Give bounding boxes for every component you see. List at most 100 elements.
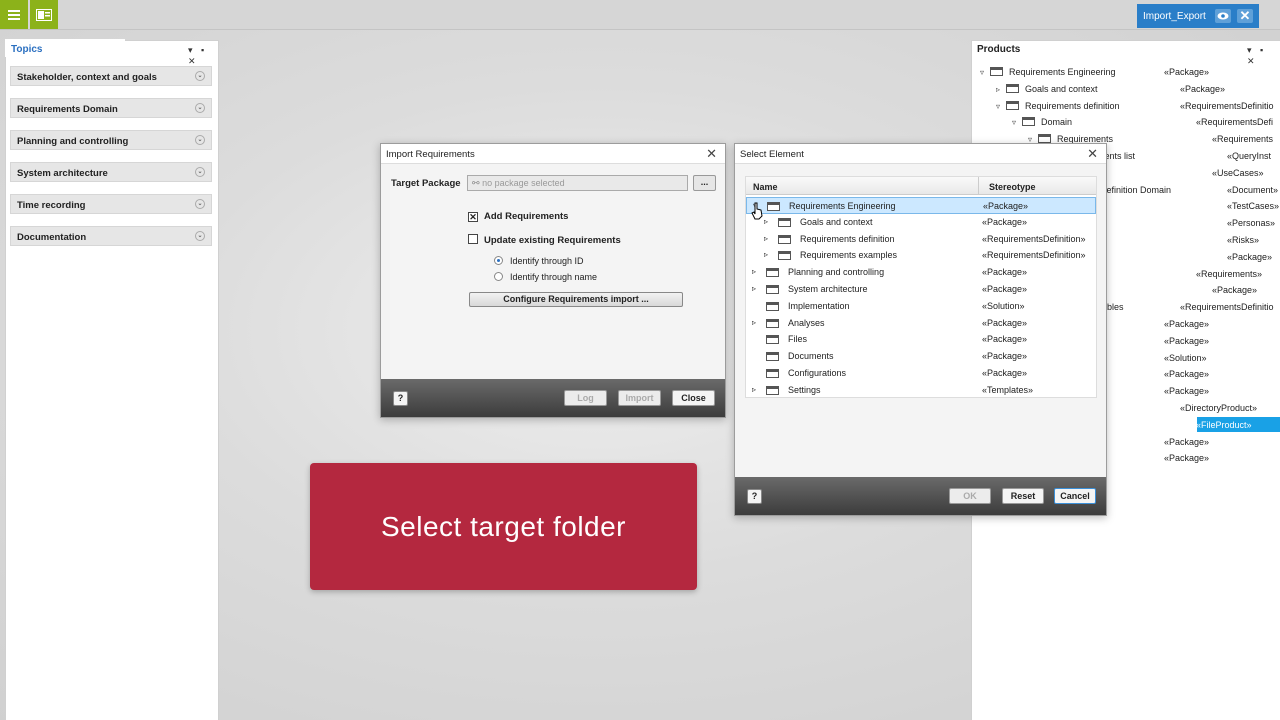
tree-row[interactable]: Files «Package» xyxy=(746,331,1096,348)
chevron-down-icon[interactable]: ⌄ xyxy=(195,103,205,113)
topic-item[interactable]: System architecture ⌄ xyxy=(10,162,212,182)
panel-controls[interactable]: ▾ ▪ ✕ xyxy=(188,45,218,67)
update-requirements-checkbox[interactable]: Update existing Requirements xyxy=(468,234,621,246)
radio-selected-icon xyxy=(494,256,503,265)
target-package-label: Target Package xyxy=(391,178,461,189)
tree-row[interactable]: ▹ Requirements definition «RequirementsDef… xyxy=(746,231,1096,248)
expand-toggle-icon[interactable]: ▹ xyxy=(752,385,756,394)
expand-toggle-icon[interactable]: ▹ xyxy=(996,85,1006,94)
folder-icon xyxy=(1038,134,1051,144)
tree-row-name: Analyses xyxy=(788,317,825,328)
close-icon[interactable]: ✕ xyxy=(706,146,717,162)
expand-toggle-icon[interactable]: ▿ xyxy=(980,68,990,77)
expand-toggle-icon[interactable]: ▹ xyxy=(764,234,768,243)
stereotype-label: «RequirementsDefinitio xyxy=(1180,100,1274,111)
expand-toggle-icon[interactable]: ▹ xyxy=(764,250,768,259)
topic-label: Planning and controlling xyxy=(17,136,129,147)
close-button[interactable]: Close xyxy=(672,390,715,406)
dialog-title: Import Requirements xyxy=(386,149,475,160)
topic-item[interactable]: Stakeholder, context and goals ⌄ xyxy=(10,66,212,86)
identify-id-label: Identify through ID xyxy=(510,256,584,266)
log-button[interactable]: Log xyxy=(564,390,607,406)
topic-item[interactable]: Documentation ⌄ xyxy=(10,226,212,246)
cancel-button[interactable]: Cancel xyxy=(1054,488,1096,504)
tree-row-name: System architecture xyxy=(788,284,868,294)
import-button[interactable]: Import xyxy=(618,390,661,406)
update-requirements-label: Update existing Requirements xyxy=(484,235,621,246)
chevron-down-icon[interactable]: ⌄ xyxy=(195,135,205,145)
tree-row[interactable]: Documents «Package» xyxy=(746,348,1096,365)
folder-icon xyxy=(766,285,779,294)
tree-item[interactable]: ▿ Domain xyxy=(1012,117,1072,127)
expand-toggle-icon[interactable]: ▹ xyxy=(752,267,756,276)
tree-row-stereotype: «Package» xyxy=(982,284,1028,294)
expand-toggle-icon[interactable]: ▹ xyxy=(752,284,756,293)
top-toolbar: Import_Export ✕ xyxy=(0,0,1280,30)
chevron-down-icon[interactable]: ⌄ xyxy=(195,199,205,209)
folder-icon xyxy=(766,352,779,362)
name-column-header[interactable]: Name xyxy=(753,182,778,192)
add-requirements-checkbox[interactable]: ✕ Add Requirements xyxy=(468,211,568,222)
expand-toggle-icon[interactable]: ▹ xyxy=(752,318,756,327)
element-tree: Name Stereotype ▿Requirements Engineerin… xyxy=(745,176,1097,398)
stereotype-column-header[interactable]: Stereotype xyxy=(989,182,1036,192)
topic-label: Time recording xyxy=(17,200,86,211)
menu-button[interactable] xyxy=(0,0,28,29)
folder-icon xyxy=(766,335,779,345)
expand-toggle-icon[interactable]: ▿ xyxy=(996,102,1006,111)
tree-row[interactable]: Implementation «Solution» xyxy=(746,298,1096,315)
tree-row-stereotype: «Package» xyxy=(982,317,1028,328)
tree-item[interactable]: bles xyxy=(1107,302,1124,312)
eye-icon[interactable] xyxy=(1215,9,1231,23)
identify-id-radio[interactable]: Identify through ID xyxy=(494,256,584,266)
stereotype-label: «DirectoryProduct» xyxy=(1180,403,1258,413)
stereotype-label: «Package» xyxy=(1164,335,1210,346)
panel-controls[interactable]: ▾ ▪ ✕ xyxy=(1247,45,1280,67)
tree-item[interactable]: ▿ Requirements Engineering xyxy=(980,67,1116,77)
stereotype-label: «Package» xyxy=(1164,436,1210,447)
stereotype-label: «Package» xyxy=(1164,453,1210,464)
tree-row-stereotype: «Templates» xyxy=(982,384,1034,395)
close-icon[interactable]: ✕ xyxy=(1087,146,1098,162)
tree-item[interactable]: ▹ Goals and context xyxy=(996,83,1098,94)
help-button[interactable]: ? xyxy=(393,391,408,406)
ok-button[interactable]: OK xyxy=(949,488,991,504)
tree-row[interactable]: ▹ Goals and context «Package» xyxy=(746,214,1096,231)
tree-header: Name Stereotype xyxy=(746,177,1096,195)
topic-item[interactable]: Time recording ⌄ xyxy=(10,194,212,214)
products-panel-title: Products xyxy=(972,41,1089,57)
tree-item[interactable]: xlsx xyxy=(1107,420,1123,430)
configure-import-button[interactable]: Configure Requirements import ... xyxy=(469,292,683,307)
tree-row[interactable]: ▹ Planning and controlling «Package» xyxy=(746,264,1096,281)
layout-button[interactable] xyxy=(30,0,58,29)
tree-row[interactable]: ▹ Requirements examples «RequirementsDefin… xyxy=(746,247,1096,264)
tree-row[interactable]: ▹ Analyses «Package» xyxy=(746,315,1096,332)
add-requirements-label: Add Requirements xyxy=(484,211,569,222)
checked-icon: ✕ xyxy=(468,212,478,222)
tree-item[interactable]: ▿ Requirements definition xyxy=(996,100,1120,111)
help-button[interactable]: ? xyxy=(747,489,762,504)
chevron-down-icon[interactable]: ⌄ xyxy=(195,167,205,177)
folder-icon xyxy=(778,234,791,244)
chevron-down-icon[interactable]: ⌄ xyxy=(195,231,205,241)
close-tab-icon[interactable]: ✕ xyxy=(1237,8,1253,23)
dialog-title: Select Element xyxy=(740,149,804,160)
tree-row[interactable]: ▹ Settings «Templates» xyxy=(746,382,1096,399)
browse-button[interactable]: ... xyxy=(693,175,716,191)
topic-item[interactable]: Requirements Domain ⌄ xyxy=(10,98,212,118)
identify-name-radio[interactable]: Identify through name xyxy=(494,272,597,282)
tree-row-stereotype: «RequirementsDefinition» xyxy=(982,250,1086,261)
reset-button[interactable]: Reset xyxy=(1002,488,1044,504)
import-export-tab[interactable]: Import_Export ✕ xyxy=(1137,4,1259,28)
chevron-down-icon[interactable]: ⌄ xyxy=(195,71,205,81)
folder-icon xyxy=(766,369,779,378)
tree-row-name: Requirements definition xyxy=(800,233,895,244)
expand-toggle-icon[interactable]: ▹ xyxy=(764,217,768,226)
folder-icon xyxy=(1006,83,1019,93)
tree-row[interactable]: Configurations «Package» xyxy=(746,365,1096,382)
target-package-field[interactable]: ⚯ no package selected xyxy=(467,175,688,191)
tree-row[interactable]: ▿Requirements Engineering«Package» xyxy=(746,197,1096,214)
expand-toggle-icon[interactable]: ▿ xyxy=(1012,118,1022,127)
tree-row[interactable]: ▹ System architecture «Package» xyxy=(746,281,1096,298)
topic-item[interactable]: Planning and controlling ⌄ xyxy=(10,130,212,150)
